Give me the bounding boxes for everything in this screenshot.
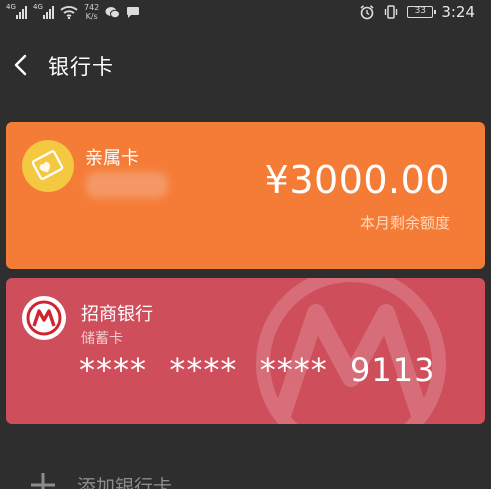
- family-card-logo: [22, 140, 74, 192]
- blurred-text: [86, 172, 168, 198]
- signal-icon: 4G: [6, 3, 27, 19]
- status-right: 33 3:24: [359, 0, 475, 24]
- network-speed: 742 K/s: [84, 3, 100, 21]
- family-card-name: 亲属卡: [85, 148, 139, 169]
- cmb-logo-icon: [26, 300, 62, 336]
- vibrate-icon: [385, 5, 398, 19]
- clock: 3:24: [441, 3, 475, 21]
- network-type-label: 4G: [6, 3, 16, 11]
- family-card[interactable]: 亲属卡 ¥3000.00 本月剩余额度: [6, 122, 485, 269]
- network-type-label-2: 4G: [33, 3, 43, 11]
- bank-logo: [22, 296, 66, 340]
- plus-icon: [31, 473, 55, 489]
- message-icon: [127, 6, 140, 18]
- remaining-amount-label: 本月剩余额度: [359, 214, 450, 232]
- add-bank-card-label: 添加银行卡: [77, 476, 173, 489]
- app-bar: 银行卡: [0, 40, 491, 90]
- page-title: 银行卡: [48, 55, 114, 79]
- heart-card-icon: [31, 150, 64, 180]
- signal-icon-2: 4G: [33, 3, 54, 19]
- card-number: **** **** **** 9113: [79, 351, 436, 389]
- status-left: 4G 4G 742 K/s: [6, 0, 140, 24]
- bank-name: 招商银行: [81, 304, 153, 325]
- bank-card[interactable]: 招商银行 储蓄卡 **** **** **** 9113: [6, 278, 485, 424]
- battery-icon: 33: [407, 6, 437, 18]
- battery-level: 33: [414, 6, 427, 16]
- wechat-icon: [105, 6, 121, 18]
- remaining-amount: ¥3000.00: [264, 158, 450, 202]
- card-type: 储蓄卡: [81, 331, 123, 347]
- status-bar: 4G 4G 742 K/s 33 3:24: [0, 0, 491, 24]
- wifi-icon: [60, 6, 78, 19]
- alarm-icon: [360, 5, 374, 20]
- back-arrow-icon[interactable]: [10, 50, 34, 80]
- screen: 4G 4G 742 K/s 33 3:24 银行卡 亲属卡 ¥3000.00 本…: [0, 0, 491, 489]
- add-bank-card-button[interactable]: 添加银行卡: [0, 460, 491, 489]
